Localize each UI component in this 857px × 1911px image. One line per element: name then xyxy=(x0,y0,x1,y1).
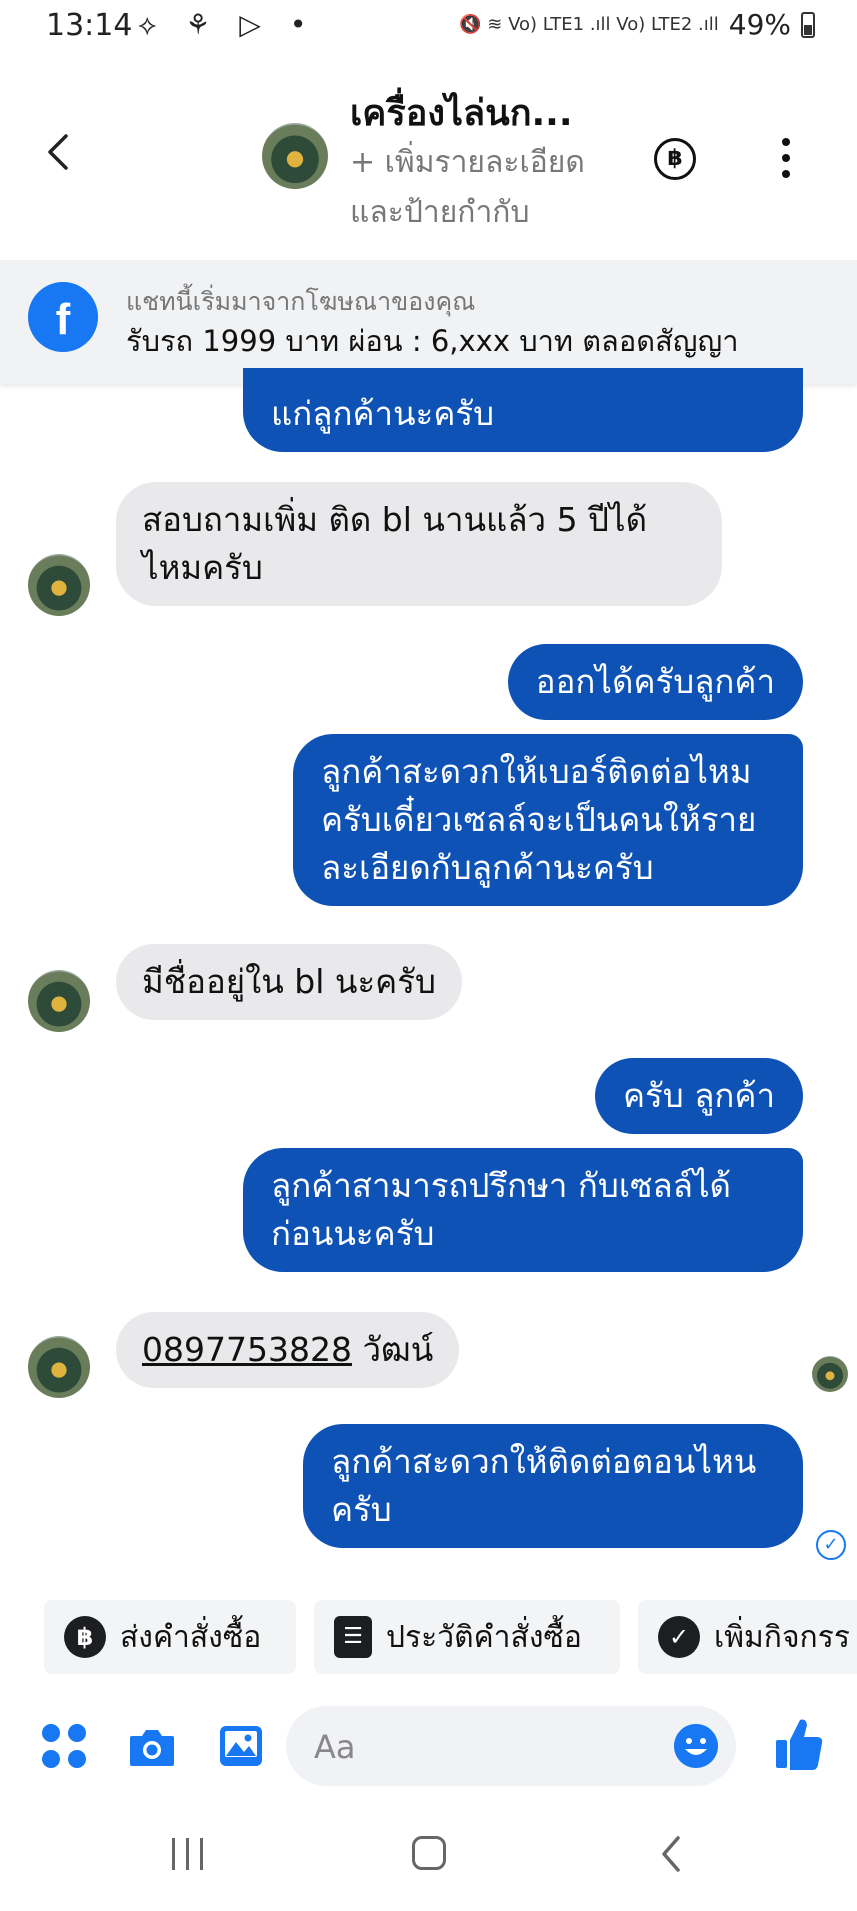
signal-icons: 🔇 ≋ Vo) LTE1 .ıll Vo) LTE2 .ıll xyxy=(459,14,719,35)
apps-menu-icon[interactable] xyxy=(42,1724,86,1768)
conversation-title[interactable]: เครื่องไล่นก... xyxy=(350,84,573,141)
thumbs-up-icon[interactable] xyxy=(774,1716,824,1772)
add-details-link[interactable]: + เพิ่มรายละเอียดและป้ายกำกับ xyxy=(350,138,620,238)
battery-icon xyxy=(801,11,815,38)
notification-icons: ⟡ ⚘ ▷ • xyxy=(138,8,317,41)
sender-avatar xyxy=(28,1336,90,1398)
baht-payment-icon[interactable]: ฿ xyxy=(654,138,696,180)
status-time: 13:14 xyxy=(46,8,133,43)
more-options-icon[interactable] xyxy=(780,138,792,178)
phone-number-link[interactable]: 0897753828 xyxy=(142,1330,352,1369)
message-bubble-outgoing[interactable]: ออกได้ครับลูกค้า xyxy=(507,644,803,720)
ad-banner-text: รับรถ 1999 บาท ผ่อน : 6,xxx บาท ตลอดสัญญ… xyxy=(126,324,739,358)
order-history-button[interactable]: ☰ ประวัติคำสั่งซื้อ xyxy=(314,1600,620,1674)
quick-action-label: ประวัติคำสั่งซื้อ xyxy=(386,1619,582,1655)
message-bubble-incoming[interactable]: 0897753828 วัฒน์ xyxy=(116,1312,460,1388)
status-right: 🔇 ≋ Vo) LTE1 .ıll Vo) LTE2 .ıll 49% xyxy=(459,8,815,41)
recent-apps-button[interactable] xyxy=(172,1838,203,1870)
add-activity-button[interactable]: ✓ เพิ่มกิจกรร xyxy=(638,1600,857,1674)
message-bubble-outgoing[interactable]: ลูกค้าสามารถปรึกษา กับเซลล์ได้ก่อนนะครับ xyxy=(243,1148,803,1272)
message-bubble-outgoing[interactable]: ลูกค้าสะดวกให้เบอร์ติดต่อไหมครับเดี๋ยวเซ… xyxy=(293,734,803,906)
sender-avatar xyxy=(28,970,90,1032)
emoji-icon[interactable] xyxy=(674,1724,718,1768)
system-back-icon[interactable] xyxy=(656,1834,686,1874)
document-list-icon: ☰ xyxy=(334,1616,372,1658)
sender-avatar xyxy=(28,554,90,616)
message-bubble-outgoing[interactable]: ลูกค้าสะดวกให้ติดต่อตอนไหนครับ xyxy=(303,1424,803,1548)
checkmark-icon: ✓ xyxy=(658,1616,700,1658)
back-arrow-icon[interactable] xyxy=(40,132,80,172)
message-input-placeholder: Aa xyxy=(314,1728,356,1766)
message-bubble-incoming[interactable]: มีชื่ออยู่ใน bl นะครับ xyxy=(116,944,462,1020)
send-order-button[interactable]: ฿ ส่งคำสั่งซื้อ xyxy=(44,1600,296,1674)
battery-percent: 49% xyxy=(728,8,791,41)
message-text: วัฒน์ xyxy=(351,1330,434,1369)
ad-banner-caption: แชทนี้เริ่มมาจากโฆษณาของคุณ xyxy=(126,287,476,316)
contact-avatar[interactable] xyxy=(262,123,328,189)
message-bubble-outgoing[interactable]: ครับ ลูกค้า xyxy=(594,1058,803,1134)
camera-icon[interactable] xyxy=(128,1722,176,1770)
quick-action-label: ส่งคำสั่งซื้อ xyxy=(120,1619,262,1655)
delivered-check-icon: ✓ xyxy=(816,1530,846,1560)
home-button[interactable] xyxy=(412,1836,446,1870)
facebook-logo-icon: f xyxy=(28,282,98,352)
quick-action-label: เพิ่มกิจกรร xyxy=(714,1619,850,1655)
baht-icon: ฿ xyxy=(64,1616,106,1658)
message-bubble-incoming[interactable]: สอบถามเพิ่ม ติด bl นานแล้ว 5 ปีได้ไหมครั… xyxy=(116,482,722,606)
gallery-icon[interactable] xyxy=(218,1722,264,1770)
seen-by-avatar xyxy=(812,1356,848,1392)
message-bubble-outgoing[interactable]: แก่ลูกค้านะครับ xyxy=(243,368,803,452)
